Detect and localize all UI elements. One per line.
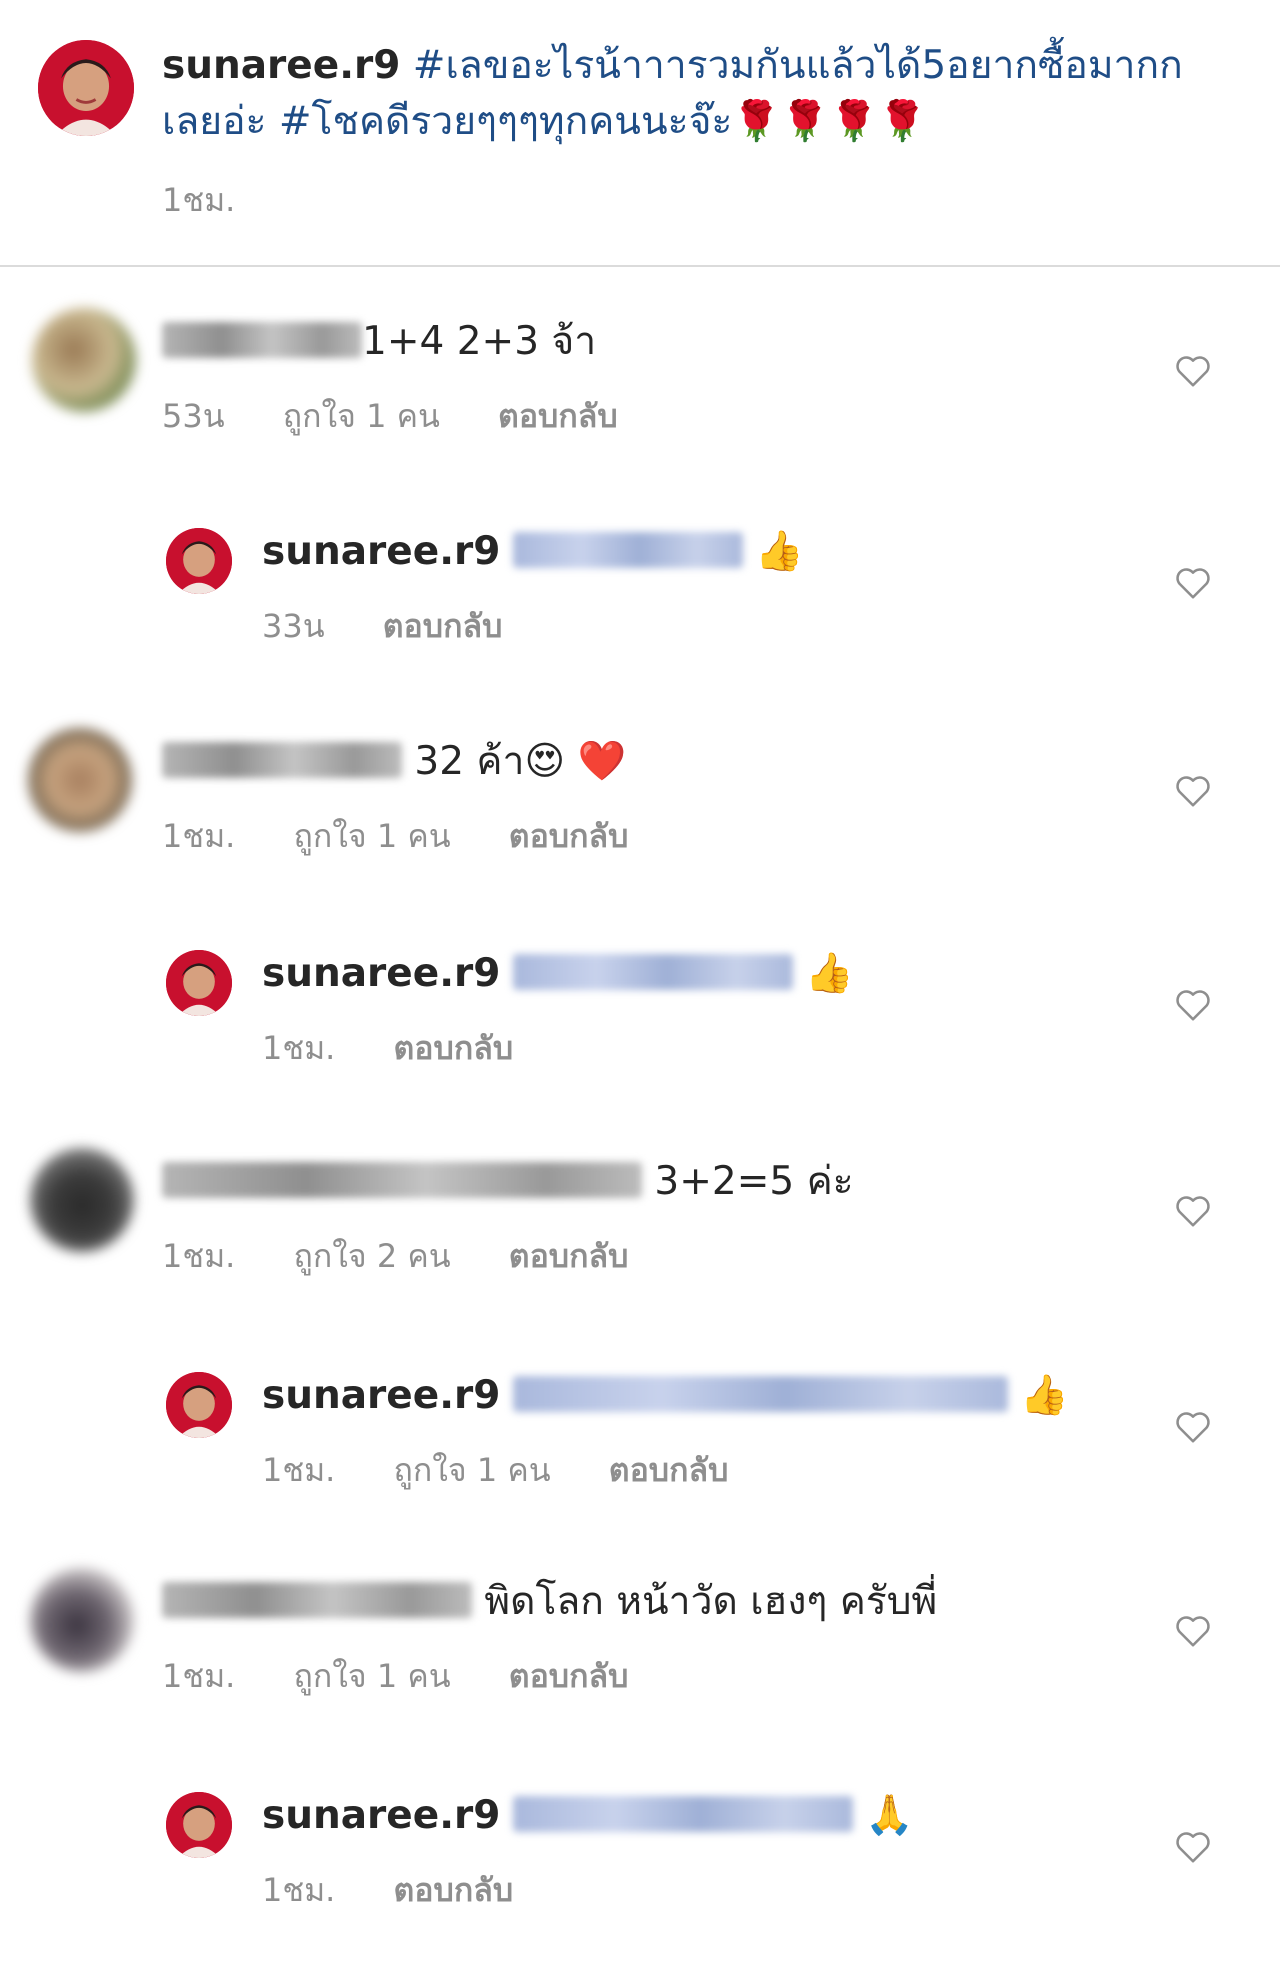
heart-icon[interactable] (1174, 773, 1212, 809)
comment-time: 1ชม. (162, 1237, 236, 1275)
caption-time: 1ชม. (162, 181, 236, 219)
commenter-avatar[interactable] (28, 728, 132, 832)
reply-button[interactable]: ตอบกลับ (509, 1237, 629, 1275)
mention-blurred[interactable] (512, 1796, 853, 1832)
heart-icon[interactable] (1174, 565, 1212, 601)
commenter-avatar[interactable] (30, 1568, 134, 1672)
reply-button[interactable]: ตอบกลับ (609, 1451, 729, 1489)
caption-username[interactable]: sunaree.r9 (162, 43, 400, 88)
owner-avatar[interactable] (166, 1792, 232, 1858)
comment-likes[interactable]: ถูกใจ 1 คน (294, 1657, 451, 1695)
comment-item: 3+2=5 ค่ะ 1ชม. ถูกใจ 2 คน ตอบกลับ (0, 1148, 1280, 1328)
reply-time: 1ชม. (262, 1451, 336, 1489)
mention-blurred[interactable] (512, 1376, 1008, 1412)
commenter-avatar[interactable] (32, 308, 136, 412)
comment-item: 32 ค้า😍 ❤️ 1ชม. ถูกใจ 1 คน ตอบกลับ (0, 728, 1280, 908)
comment-time: 1ชม. (162, 817, 236, 855)
reply-time: 1ชม. (262, 1871, 336, 1909)
comment-emoji: 😍 ❤️ (524, 739, 627, 784)
reply-username[interactable]: sunaree.r9 (262, 1373, 500, 1418)
reply-username[interactable]: sunaree.r9 (262, 1793, 500, 1838)
reply-item: sunaree.r9 🙏 1ชม. ตอบกลับ (0, 1782, 1280, 1962)
reply-time: 1ชม. (262, 1029, 336, 1067)
owner-avatar[interactable] (166, 950, 232, 1016)
mention-blurred[interactable] (512, 532, 743, 568)
comment-text: 1+4 2+3 จ้า (362, 319, 597, 364)
reply-username[interactable]: sunaree.r9 (262, 529, 500, 574)
reply-emoji: 🙏 (865, 1793, 914, 1838)
comment-text: พิดโลก หน้าวัด เฮงๆ ครับพี่ (484, 1579, 938, 1624)
reply-time: 33น (262, 607, 325, 645)
reply-button[interactable]: ตอบกลับ (509, 1657, 629, 1695)
reply-username[interactable]: sunaree.r9 (262, 951, 500, 996)
commenter-username-blurred[interactable] (162, 742, 402, 778)
mention-blurred[interactable] (512, 954, 793, 990)
reply-emoji: 👍 (755, 529, 804, 574)
owner-avatar[interactable] (38, 40, 134, 136)
divider (0, 265, 1280, 267)
post-caption: sunaree.r9 #เลขอะไรน้าาารวมกันแล้วได้5อย… (0, 0, 1280, 266)
comment-text: 32 ค้า (414, 739, 525, 784)
comment-likes[interactable]: ถูกใจ 1 คน (294, 817, 451, 855)
reply-button[interactable]: ตอบกลับ (394, 1871, 514, 1909)
comment-likes[interactable]: ถูกใจ 1 คน (283, 397, 440, 435)
owner-avatar[interactable] (166, 1372, 232, 1438)
reply-likes[interactable]: ถูกใจ 1 คน (394, 1451, 551, 1489)
caption-text: sunaree.r9 #เลขอะไรน้าาารวมกันแล้วได้5อย… (162, 38, 1222, 150)
commenter-username-blurred[interactable] (162, 322, 362, 358)
heart-icon[interactable] (1174, 353, 1212, 389)
comment-time: 1ชม. (162, 1657, 236, 1695)
heart-icon[interactable] (1174, 1829, 1212, 1865)
owner-avatar[interactable] (166, 528, 232, 594)
reply-item: sunaree.r9 👍 33น ตอบกลับ (0, 518, 1280, 698)
reply-emoji: 👍 (805, 951, 854, 996)
reply-item: sunaree.r9 👍 1ชม. ถูกใจ 1 คน ตอบกลับ (0, 1362, 1280, 1542)
heart-icon[interactable] (1174, 987, 1212, 1023)
reply-button[interactable]: ตอบกลับ (498, 397, 618, 435)
heart-icon[interactable] (1174, 1193, 1212, 1229)
comment-item: 1+4 2+3 จ้า 53น ถูกใจ 1 คน ตอบกลับ (0, 308, 1280, 488)
comment-text: 3+2=5 ค่ะ (654, 1159, 854, 1204)
reply-button[interactable]: ตอบกลับ (383, 607, 503, 645)
reply-button[interactable]: ตอบกลับ (394, 1029, 514, 1067)
comment-likes[interactable]: ถูกใจ 2 คน (294, 1237, 451, 1275)
comment-item: พิดโลก หน้าวัด เฮงๆ ครับพี่ 1ชม. ถูกใจ 1… (0, 1568, 1280, 1748)
reply-button[interactable]: ตอบกลับ (509, 817, 629, 855)
reply-item: sunaree.r9 👍 1ชม. ตอบกลับ (0, 940, 1280, 1120)
commenter-avatar[interactable] (30, 1148, 134, 1252)
commenter-username-blurred[interactable] (162, 1582, 472, 1618)
heart-icon[interactable] (1174, 1613, 1212, 1649)
reply-emoji: 👍 (1020, 1373, 1069, 1418)
heart-icon[interactable] (1174, 1409, 1212, 1445)
commenter-username-blurred[interactable] (162, 1162, 642, 1198)
comment-time: 53น (162, 397, 225, 435)
